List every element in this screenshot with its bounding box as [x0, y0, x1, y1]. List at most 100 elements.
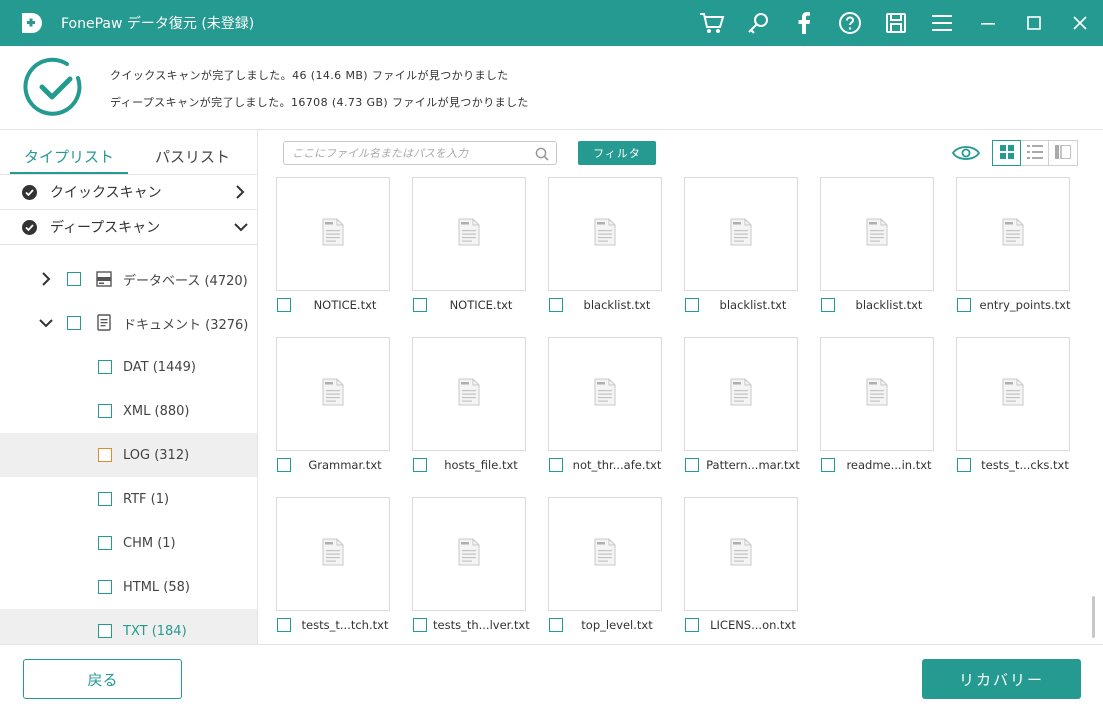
- file-card[interactable]: hosts_file.txt: [395, 337, 531, 497]
- txt-label: TXT (184): [123, 623, 187, 639]
- file-thumbnail[interactable]: [820, 177, 934, 291]
- file-card[interactable]: blacklist.txt: [803, 177, 939, 337]
- tree-item-rtf[interactable]: RTF (1): [0, 477, 257, 521]
- dat-checkbox[interactable]: [98, 360, 112, 374]
- file-name: NOTICE.txt: [449, 298, 513, 312]
- chm-checkbox[interactable]: [98, 536, 112, 550]
- preview-eye-icon[interactable]: [951, 143, 981, 163]
- database-checkbox[interactable]: [67, 272, 81, 286]
- file-checkbox[interactable]: [549, 458, 563, 472]
- file-thumbnail[interactable]: [956, 337, 1070, 451]
- html-label: HTML (58): [123, 579, 190, 595]
- file-thumbnail[interactable]: [412, 177, 526, 291]
- file-checkbox[interactable]: [413, 298, 427, 312]
- file-checkbox[interactable]: [821, 298, 835, 312]
- document-checkbox[interactable]: [67, 316, 81, 330]
- tree-item-database[interactable]: データベース (4720): [0, 257, 257, 301]
- file-thumbnail[interactable]: [276, 177, 390, 291]
- file-card[interactable]: Pattern...mar.txt: [667, 337, 803, 497]
- file-thumbnail[interactable]: [412, 497, 526, 611]
- log-checkbox[interactable]: [98, 448, 112, 462]
- tree-item-document[interactable]: ドキュメント (3276): [0, 301, 257, 345]
- html-checkbox[interactable]: [98, 580, 112, 594]
- file-checkbox[interactable]: [957, 458, 971, 472]
- maximize-icon[interactable]: [1011, 0, 1057, 46]
- file-checkbox[interactable]: [821, 458, 835, 472]
- file-name: LICENS...on.txt: [710, 618, 796, 632]
- file-card[interactable]: tests_t...cks.txt: [939, 337, 1075, 497]
- tree-item-log[interactable]: LOG (312): [0, 433, 257, 477]
- file-card[interactable]: top_level.txt: [531, 497, 667, 644]
- search-icon[interactable]: [535, 146, 549, 161]
- txt-checkbox[interactable]: [98, 624, 112, 638]
- file-thumbnail[interactable]: [684, 497, 798, 611]
- search-input[interactable]: [284, 142, 524, 165]
- file-thumbnail[interactable]: [412, 337, 526, 451]
- file-card[interactable]: blacklist.txt: [667, 177, 803, 337]
- file-checkbox[interactable]: [685, 458, 699, 472]
- quick-scan-row[interactable]: クイックスキャン: [0, 175, 257, 210]
- file-card[interactable]: NOTICE.txt: [259, 177, 395, 337]
- list-view-button[interactable]: [1021, 140, 1049, 166]
- chevron-right-icon[interactable]: [38, 271, 54, 287]
- file-checkbox[interactable]: [277, 298, 291, 312]
- rtf-checkbox[interactable]: [98, 492, 112, 506]
- save-icon[interactable]: [873, 0, 919, 46]
- facebook-icon[interactable]: [781, 0, 827, 46]
- tree-item-html[interactable]: HTML (58): [0, 565, 257, 609]
- recover-button[interactable]: リカバリー: [922, 659, 1081, 699]
- file-thumbnail[interactable]: [956, 177, 1070, 291]
- text-file-icon: [729, 538, 753, 570]
- file-checkbox[interactable]: [685, 618, 699, 632]
- chevron-down-icon[interactable]: [233, 219, 248, 235]
- file-card[interactable]: entry_points.txt: [939, 177, 1075, 337]
- key-icon[interactable]: [735, 0, 781, 46]
- file-card[interactable]: tests_t...tch.txt: [259, 497, 395, 644]
- file-checkbox[interactable]: [413, 618, 427, 632]
- file-thumbnail[interactable]: [548, 337, 662, 451]
- file-card[interactable]: Grammar.txt: [259, 337, 395, 497]
- menu-icon[interactable]: [919, 0, 965, 46]
- file-card[interactable]: NOTICE.txt: [395, 177, 531, 337]
- file-card[interactable]: blacklist.txt: [531, 177, 667, 337]
- tree-item-xml[interactable]: XML (880): [0, 389, 257, 433]
- filter-button[interactable]: フィルタ: [578, 141, 656, 165]
- file-checkbox[interactable]: [549, 298, 563, 312]
- file-checkbox[interactable]: [685, 298, 699, 312]
- tab-type-list[interactable]: タイプリスト: [24, 146, 114, 167]
- chevron-right-icon[interactable]: [233, 184, 247, 200]
- file-checkbox[interactable]: [549, 618, 563, 632]
- tree-item-dat[interactable]: DAT (1449): [0, 345, 257, 389]
- back-button[interactable]: 戻る: [23, 659, 182, 699]
- tree-item-txt[interactable]: TXT (184): [0, 609, 257, 644]
- scrollbar[interactable]: [1092, 596, 1095, 638]
- detail-view-button[interactable]: [1049, 140, 1078, 166]
- file-thumbnail[interactable]: [276, 497, 390, 611]
- tree-item-chm[interactable]: CHM (1): [0, 521, 257, 565]
- file-checkbox[interactable]: [277, 618, 291, 632]
- content-toolbar: フィルタ: [259, 130, 1103, 176]
- file-card[interactable]: LICENS...on.txt: [667, 497, 803, 644]
- close-icon[interactable]: [1057, 0, 1103, 46]
- chevron-down-icon[interactable]: [38, 315, 54, 331]
- file-thumbnail[interactable]: [684, 337, 798, 451]
- file-checkbox[interactable]: [277, 458, 291, 472]
- file-thumbnail[interactable]: [276, 337, 390, 451]
- tab-path-list[interactable]: パスリスト: [155, 146, 230, 167]
- file-card[interactable]: not_thr...afe.txt: [531, 337, 667, 497]
- grid-view-button[interactable]: [992, 140, 1021, 166]
- cart-icon[interactable]: [689, 0, 735, 46]
- minimize-icon[interactable]: [965, 0, 1011, 46]
- file-checkbox[interactable]: [413, 458, 427, 472]
- help-icon[interactable]: [827, 0, 873, 46]
- deep-scan-row[interactable]: ディープスキャン: [0, 210, 257, 245]
- file-thumbnail[interactable]: [684, 177, 798, 291]
- file-card[interactable]: readme...in.txt: [803, 337, 939, 497]
- file-thumbnail[interactable]: [548, 177, 662, 291]
- file-card[interactable]: tests_th...lver.txt: [395, 497, 531, 644]
- text-file-icon: [457, 378, 481, 410]
- file-checkbox[interactable]: [957, 298, 971, 312]
- xml-checkbox[interactable]: [98, 404, 112, 418]
- file-thumbnail[interactable]: [548, 497, 662, 611]
- file-thumbnail[interactable]: [820, 337, 934, 451]
